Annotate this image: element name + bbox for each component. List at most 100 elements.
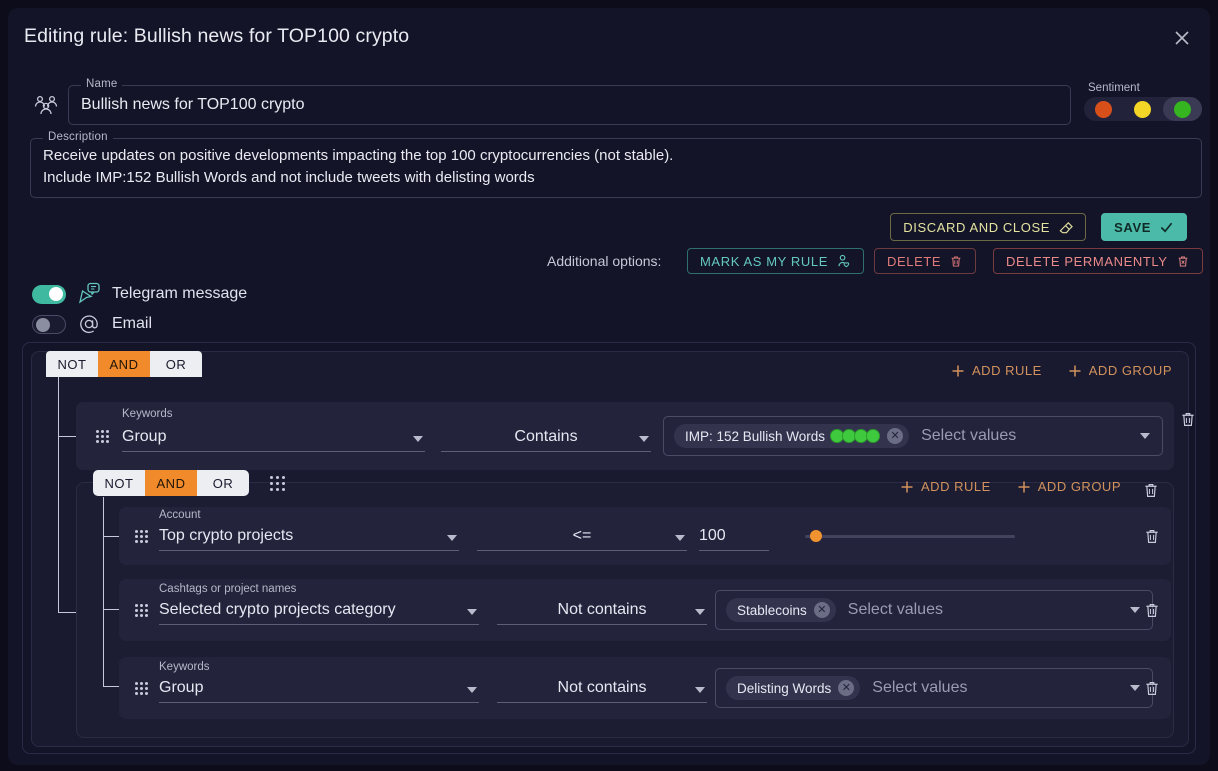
nested-add-rule-button[interactable]: ADD RULE <box>900 479 991 494</box>
rule-operator-select[interactable]: Contains <box>441 424 651 452</box>
rule-number-value: 100 <box>699 527 726 544</box>
chip-remove-icon[interactable]: ✕ <box>813 602 830 618</box>
chevron-down-icon[interactable] <box>639 436 649 442</box>
chevron-down-icon[interactable] <box>447 535 457 541</box>
rule-field-value: Group <box>122 428 167 445</box>
rule-operator-value: Contains <box>514 428 578 445</box>
rule-delete-button[interactable] <box>1143 601 1161 625</box>
email-label: Email <box>112 315 153 332</box>
email-toggle[interactable] <box>32 314 66 334</box>
rule-field-select[interactable]: Cashtags or project names Selected crypt… <box>159 583 479 625</box>
delete-permanently-label: DELETE PERMANENTLY <box>1006 253 1168 269</box>
chevron-down-icon[interactable] <box>1140 433 1150 439</box>
chevron-down-icon[interactable] <box>675 535 685 541</box>
rule-number-input[interactable]: 100 <box>699 525 769 551</box>
chevron-down-icon[interactable] <box>467 609 477 615</box>
rule-operator-select[interactable]: Not contains <box>497 677 707 703</box>
sentiment-selector[interactable] <box>1084 97 1202 121</box>
root-tree-branch-1 <box>58 436 76 437</box>
rule-range-slider[interactable] <box>805 529 1015 543</box>
nested-operator-segmented[interactable]: NOT AND OR <box>93 470 249 496</box>
rule-drag-handle[interactable] <box>135 530 149 543</box>
name-legend: Name <box>81 78 123 90</box>
trash-icon <box>951 255 961 267</box>
root-operator-and[interactable]: AND <box>98 351 150 377</box>
rule-operator-select[interactable]: <= <box>477 525 687 551</box>
telegram-label: Telegram message <box>112 285 248 302</box>
name-input[interactable] <box>69 86 1070 124</box>
mark-as-my-rule-button[interactable]: MARK AS MY RULE <box>687 248 864 274</box>
chevron-down-icon[interactable] <box>413 436 423 442</box>
rule-field-value: Group <box>159 679 204 696</box>
rule-drag-handle[interactable] <box>135 682 149 695</box>
value-chip-label: IMP: 152 Bullish Words <box>685 428 826 444</box>
root-operator-segmented[interactable]: NOT AND OR <box>46 351 202 377</box>
name-fieldset: Name <box>68 78 1071 125</box>
chevron-down-icon[interactable] <box>695 609 705 615</box>
values-placeholder: Select values <box>921 427 1017 444</box>
person-heart-icon <box>838 254 850 267</box>
channel-email: Email <box>32 312 152 336</box>
root-operator-not[interactable]: NOT <box>46 351 98 377</box>
rule-field-select[interactable]: Account Top crypto projects <box>159 509 459 551</box>
chip-remove-icon[interactable]: ✕ <box>838 680 855 696</box>
chip-remove-icon[interactable]: ✕ <box>887 428 904 444</box>
close-icon[interactable] <box>1168 24 1196 52</box>
nested-group-delete-button[interactable] <box>1142 481 1160 505</box>
plus-icon <box>1069 365 1081 376</box>
rule-field-select[interactable]: Keywords Group <box>122 408 425 452</box>
rule-operator-value: Not contains <box>557 601 647 618</box>
delete-label: DELETE <box>887 253 942 269</box>
rule-field-select[interactable]: Keywords Group <box>159 661 479 703</box>
chevron-down-icon[interactable] <box>467 687 477 693</box>
rule-row: Account Top crypto projects <= 100 <box>119 507 1171 565</box>
chevron-down-icon[interactable] <box>1130 607 1140 613</box>
root-add-group-label: ADD GROUP <box>1088 363 1172 378</box>
description-input[interactable]: Receive updates on positive developments… <box>31 139 1201 195</box>
rule-values-multiselect[interactable]: Stablecoins ✕ Select values <box>715 590 1153 630</box>
at-sign-icon <box>76 312 102 336</box>
root-operator-or[interactable]: OR <box>150 351 202 377</box>
nested-operator-and[interactable]: AND <box>145 470 197 496</box>
rule-row: Keywords Group Not contains Delisting Wo… <box>119 657 1171 719</box>
rule-values-multiselect[interactable]: Delisting Words ✕ Select values <box>715 668 1153 708</box>
value-chip: Delisting Words ✕ <box>726 676 861 700</box>
rule-delete-button[interactable] <box>1143 679 1161 703</box>
nested-add-group-button[interactable]: ADD GROUP <box>1017 479 1121 494</box>
telegram-toggle[interactable] <box>32 284 66 304</box>
discard-and-close-button[interactable]: DISCARD AND CLOSE <box>890 213 1086 241</box>
values-placeholder: Select values <box>847 601 943 618</box>
delete-permanently-button[interactable]: DELETE PERMANENTLY <box>993 248 1203 274</box>
sentiment-option-neutral[interactable] <box>1123 97 1162 121</box>
trash-x-icon <box>1178 255 1187 267</box>
nested-operator-not[interactable]: NOT <box>93 470 145 496</box>
root-tree-vline <box>58 377 59 612</box>
rule-values-multiselect[interactable]: IMP: 152 Bullish Words ✕ Select values <box>663 416 1163 456</box>
rule-drag-handle[interactable] <box>135 604 149 617</box>
chevron-down-icon[interactable] <box>1130 685 1140 691</box>
rule-operator-select[interactable]: Not contains <box>497 599 707 625</box>
rule-row: Keywords Group Contains IMP: 152 Bullish… <box>76 402 1174 470</box>
discard-label: DISCARD AND CLOSE <box>903 219 1050 235</box>
root-add-rule-label: ADD RULE <box>972 363 1042 378</box>
sentiment-option-negative[interactable] <box>1084 97 1123 121</box>
delete-button[interactable]: DELETE <box>874 248 977 274</box>
value-chip: Stablecoins ✕ <box>726 598 836 622</box>
save-button[interactable]: SAVE <box>1101 213 1187 241</box>
rule-field-value: Selected crypto projects category <box>159 601 396 618</box>
rule-delete-button[interactable] <box>1143 527 1161 551</box>
rule-drag-handle[interactable] <box>96 430 110 443</box>
nested-add-group-label: ADD GROUP <box>1037 479 1121 494</box>
nested-group-drag-handle[interactable] <box>270 476 288 491</box>
chevron-down-icon[interactable] <box>695 687 705 693</box>
root-add-group-button[interactable]: ADD GROUP <box>1068 363 1172 378</box>
rule-delete-button[interactable] <box>1179 410 1197 434</box>
value-chip-label: Stablecoins <box>737 602 807 618</box>
nested-tree-vline <box>103 497 104 686</box>
sentiment-option-positive[interactable] <box>1162 97 1202 121</box>
root-add-rule-button[interactable]: ADD RULE <box>951 363 1042 378</box>
slider-thumb[interactable] <box>809 530 822 542</box>
nested-operator-or[interactable]: OR <box>197 470 249 496</box>
edit-rule-modal: Editing rule: Bullish news for TOP100 cr… <box>8 8 1210 765</box>
plus-icon <box>1018 481 1030 492</box>
